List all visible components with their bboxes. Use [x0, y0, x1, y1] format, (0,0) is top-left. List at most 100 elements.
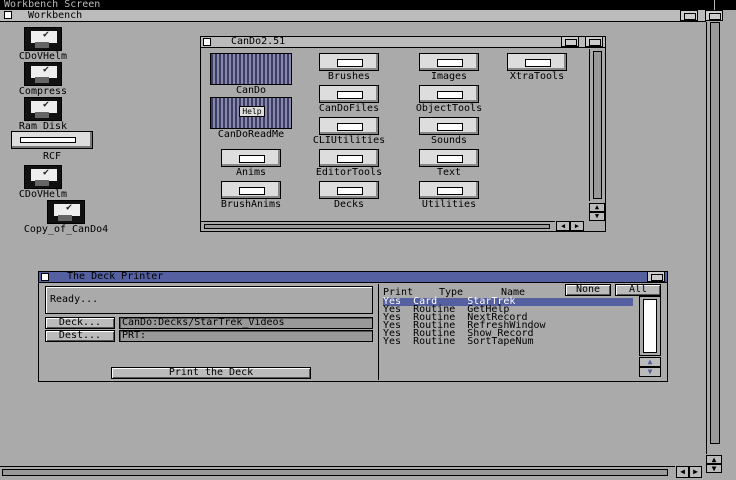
deck-printer-close-gadget[interactable]: [41, 273, 49, 281]
cando-depth-gadget[interactable]: [585, 36, 603, 47]
workbench-scroll-up-icon[interactable]: ▲: [706, 455, 722, 464]
drawer-anims[interactable]: Anims: [215, 149, 287, 178]
drawer-sounds[interactable]: Sounds: [413, 117, 485, 146]
drawer-icon: [221, 181, 281, 199]
desktop-icon-ram-disk[interactable]: Ram Disk: [8, 97, 78, 132]
cando-scroll-down-icon[interactable]: ▼: [589, 212, 605, 221]
cando-close-gadget[interactable]: [203, 38, 211, 46]
list-scroll-down-icon[interactable]: ▼: [639, 367, 661, 377]
workbench-close-gadget[interactable]: [4, 11, 12, 19]
workbench-hscroll[interactable]: [0, 466, 675, 478]
desktop-icon-copy-of-cando4[interactable]: Copy_of_CanDo4: [6, 200, 126, 235]
drawer-icon: [419, 149, 479, 167]
screen-title: Workbench Screen: [4, 0, 101, 10]
routine-list-panel[interactable]: Print Type Name None All Yes Card StarTr…: [378, 284, 666, 380]
screen-depth-gadget[interactable]: [714, 0, 736, 10]
desktop-icon-cdovhelm[interactable]: CDoVHelm: [8, 27, 78, 62]
drawer-label: XtraTools: [509, 71, 565, 82]
floppy-disk-icon: [24, 27, 62, 51]
deck-path-field[interactable]: CanDo:Decks/StarTrek_Videos: [119, 317, 373, 329]
select-all-button[interactable]: All: [615, 284, 661, 296]
cando-vscroll-knob[interactable]: [593, 51, 602, 199]
drawer-icon: [419, 117, 479, 135]
drawer-text[interactable]: Text: [413, 149, 485, 178]
drawer-candofiles[interactable]: CanDoFiles: [305, 85, 393, 114]
deck-printer-window[interactable]: The Deck Printer Ready... Deck... CanDo:…: [38, 271, 668, 382]
list-vscroll-knob[interactable]: [643, 299, 657, 353]
file-candoreadme[interactable]: Help CanDoReadMe: [205, 97, 297, 140]
cando-scroll-up-icon[interactable]: ▲: [589, 203, 605, 212]
drawer-editortools[interactable]: EditorTools: [301, 149, 397, 178]
drawer-brushes[interactable]: Brushes: [313, 53, 385, 82]
drawer-images[interactable]: Images: [413, 53, 485, 82]
cando-zoom-gadget[interactable]: [561, 36, 579, 47]
desktop-icon-compress[interactable]: Compress: [8, 62, 78, 97]
ram-disk-icon: [24, 97, 62, 121]
drawer-label: CLIUtilities: [312, 135, 386, 146]
desktop-icon-cdovhelm-2[interactable]: CDoVHelm: [8, 165, 78, 200]
desktop-icon-label: Copy_of_CanDo4: [23, 224, 109, 235]
cando-hscroll-knob[interactable]: [204, 224, 550, 229]
desktop-icon-label: CDoVHelm: [18, 189, 68, 200]
workbench-title: Workbench: [28, 10, 83, 21]
drawer-label: Anims: [235, 167, 267, 178]
workbench-vscroll[interactable]: [706, 22, 722, 454]
drawer-brushanims[interactable]: BrushAnims: [207, 181, 295, 210]
drawer-decks[interactable]: Decks: [313, 181, 385, 210]
drawer-cliutilities[interactable]: CLIUtilities: [301, 117, 397, 146]
drawer-label: Brushes: [327, 71, 371, 82]
drawer-icon: [221, 149, 281, 167]
list-vscroll[interactable]: [639, 296, 661, 356]
readme-document-icon: Help: [210, 97, 292, 129]
cando-vscroll[interactable]: [589, 49, 605, 201]
drawer-label: CanDo: [235, 85, 267, 96]
drawer-cando[interactable]: CanDo: [209, 53, 293, 96]
drawer-label: CanDoReadMe: [217, 129, 285, 140]
workbench-zoom-gadget[interactable]: [680, 10, 698, 21]
desktop-icon-rcf[interactable]: RCF: [8, 131, 96, 162]
drawer-label: Images: [430, 71, 468, 82]
workbench-scroll-right-icon[interactable]: ▶: [689, 466, 702, 478]
desktop-icon-label: CDoVHelm: [18, 51, 68, 62]
print-deck-button[interactable]: Print the Deck: [111, 367, 311, 379]
desktop-icon-label: RCF: [42, 151, 62, 162]
deck-printer-title: The Deck Printer: [67, 271, 164, 282]
cando-title-bar[interactable]: CanDo2.51: [201, 36, 605, 48]
workbench-title-bar[interactable]: Workbench: [0, 10, 706, 22]
workbench-vscroll-knob[interactable]: [710, 22, 720, 444]
screen-title-bar[interactable]: Workbench Screen: [0, 0, 736, 10]
workbench-scroll-left-icon[interactable]: ◀: [676, 466, 689, 478]
deck-printer-title-bar[interactable]: The Deck Printer: [39, 271, 667, 283]
drawer-objecttools[interactable]: ObjectTools: [401, 85, 497, 114]
drawer-utilities[interactable]: Utilities: [409, 181, 489, 210]
workbench-hscroll-knob[interactable]: [2, 469, 668, 476]
help-badge: Help: [239, 106, 265, 117]
tool-icon: [11, 131, 93, 149]
drawer-icon: [319, 117, 379, 135]
drawer-label: Text: [436, 167, 462, 178]
drawer-label: Decks: [333, 199, 365, 210]
select-none-button[interactable]: None: [565, 284, 611, 296]
cando-scroll-left-icon[interactable]: ◀: [556, 221, 570, 231]
drawer-icon: [419, 181, 479, 199]
workbench-depth-gadget[interactable]: [705, 10, 723, 21]
dest-button[interactable]: Dest...: [45, 330, 115, 342]
drawer-label: Sounds: [430, 135, 468, 146]
cando-window-title: CanDo2.51: [231, 36, 286, 47]
deck-button[interactable]: Deck...: [45, 317, 115, 329]
dest-path-field[interactable]: PRT:: [119, 330, 373, 342]
cando-hscroll[interactable]: [201, 221, 555, 231]
drawer-xtratools[interactable]: XtraTools: [497, 53, 577, 82]
status-text: Ready...: [50, 294, 99, 305]
cando-window[interactable]: CanDo2.51 CanDo Brushes Images XtraTools…: [200, 36, 606, 232]
list-item[interactable]: Yes Routine SortTapeNum: [383, 337, 633, 347]
floppy-disk-icon: [47, 200, 85, 224]
deck-printer-depth-gadget[interactable]: [647, 271, 665, 282]
workbench-scroll-down-icon[interactable]: ▼: [706, 464, 722, 473]
drawer-label: EditorTools: [315, 167, 383, 178]
drawer-label: CanDoFiles: [318, 103, 380, 114]
drawer-icon: [419, 85, 479, 103]
desktop-icon-label: Compress: [18, 86, 68, 97]
cando-scroll-right-icon[interactable]: ▶: [570, 221, 584, 231]
list-scroll-up-icon[interactable]: ▲: [639, 357, 661, 367]
